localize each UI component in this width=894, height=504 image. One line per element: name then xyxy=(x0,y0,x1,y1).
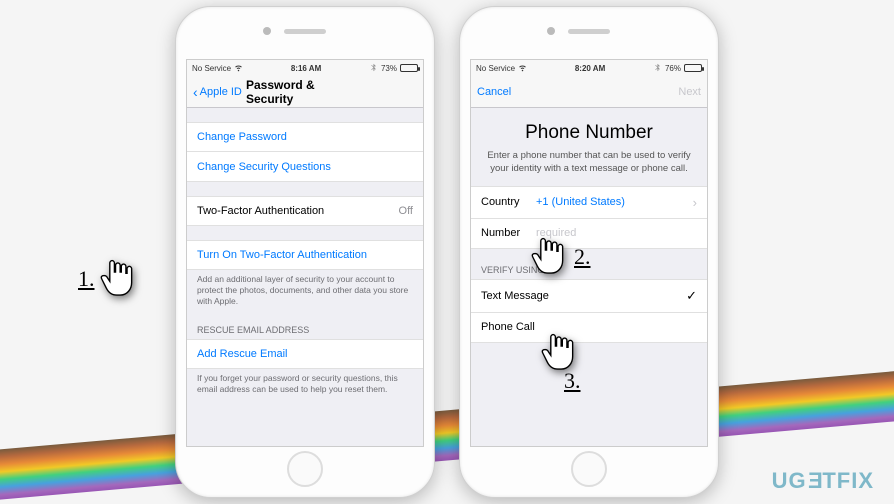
text-message-cell[interactable]: Text Message ✓ xyxy=(471,279,707,313)
rescue-email-header: RESCUE EMAIL ADDRESS xyxy=(187,321,423,339)
back-label: Apple ID xyxy=(200,86,242,98)
callout-2-number: 2. xyxy=(574,244,591,270)
change-security-questions-cell[interactable]: Change Security Questions xyxy=(187,152,423,182)
two-factor-footer: Add an additional layer of security to y… xyxy=(187,270,423,307)
carrier-text: No Service xyxy=(192,64,231,73)
battery-percent: 73% xyxy=(381,64,397,73)
status-time: 8:16 AM xyxy=(291,64,321,73)
next-button[interactable]: Next xyxy=(678,86,701,98)
battery-icon xyxy=(400,64,418,72)
country-cell[interactable]: Country +1 (United States) › xyxy=(471,186,707,219)
change-password-cell[interactable]: Change Password xyxy=(187,122,423,152)
chevron-left-icon: ‹ xyxy=(193,85,198,99)
status-time: 8:20 AM xyxy=(575,64,605,73)
hand-cursor-icon xyxy=(530,234,570,280)
text-message-label: Text Message xyxy=(481,290,686,302)
add-rescue-email-label: Add Rescue Email xyxy=(197,348,288,360)
add-rescue-email-cell[interactable]: Add Rescue Email xyxy=(187,339,423,369)
country-label: Country xyxy=(481,196,536,208)
next-label: Next xyxy=(678,86,701,98)
checkmark-icon: ✓ xyxy=(686,288,697,304)
page-title: Phone Number xyxy=(471,122,707,144)
turn-on-two-factor-label: Turn On Two-Factor Authentication xyxy=(197,249,367,261)
battery-percent: 76% xyxy=(665,64,681,73)
country-value: +1 (United States) xyxy=(536,196,693,208)
change-security-questions-label: Change Security Questions xyxy=(197,161,331,173)
callout-3-number: 3. xyxy=(564,368,581,394)
wifi-icon xyxy=(234,63,243,74)
bluetooth-icon xyxy=(653,63,662,74)
two-factor-label: Two-Factor Authentication xyxy=(197,205,324,217)
phone-left: No Service 8:16 AM 73% ‹ xyxy=(175,6,435,498)
nav-bar: Cancel Next xyxy=(471,76,707,108)
callout-3: 3. xyxy=(540,330,601,376)
nav-bar: ‹ Apple ID Password & Security xyxy=(187,76,423,108)
home-button[interactable] xyxy=(287,451,323,487)
callout-1: 1. xyxy=(78,256,139,302)
status-bar: No Service 8:16 AM 73% xyxy=(187,60,423,76)
wifi-icon xyxy=(518,63,527,74)
cancel-label: Cancel xyxy=(477,86,511,98)
battery-icon xyxy=(684,64,702,72)
hand-cursor-icon xyxy=(99,256,139,302)
page-description: Enter a phone number that can be used to… xyxy=(471,144,707,186)
status-bar: No Service 8:20 AM 76% xyxy=(471,60,707,76)
screen-password-security: No Service 8:16 AM 73% ‹ xyxy=(186,59,424,447)
two-factor-value: Off xyxy=(399,205,413,217)
bluetooth-icon xyxy=(369,63,378,74)
chevron-right-icon: › xyxy=(693,195,697,210)
two-factor-status-cell: Two-Factor Authentication Off xyxy=(187,196,423,226)
watermark-logo: UGETFIX xyxy=(772,468,874,494)
turn-on-two-factor-cell[interactable]: Turn On Two-Factor Authentication xyxy=(187,240,423,270)
rescue-email-footer: If you forget your password or security … xyxy=(187,369,423,395)
number-label: Number xyxy=(481,227,536,239)
home-button[interactable] xyxy=(571,451,607,487)
content-area: Change Password Change Security Question… xyxy=(187,108,423,446)
cancel-button[interactable]: Cancel xyxy=(477,86,511,98)
callout-1-number: 1. xyxy=(78,266,95,292)
back-button[interactable]: ‹ Apple ID xyxy=(193,85,242,99)
nav-title: Password & Security xyxy=(246,78,364,106)
carrier-text: No Service xyxy=(476,64,515,73)
change-password-label: Change Password xyxy=(197,131,287,143)
callout-2: 2. xyxy=(530,234,591,280)
